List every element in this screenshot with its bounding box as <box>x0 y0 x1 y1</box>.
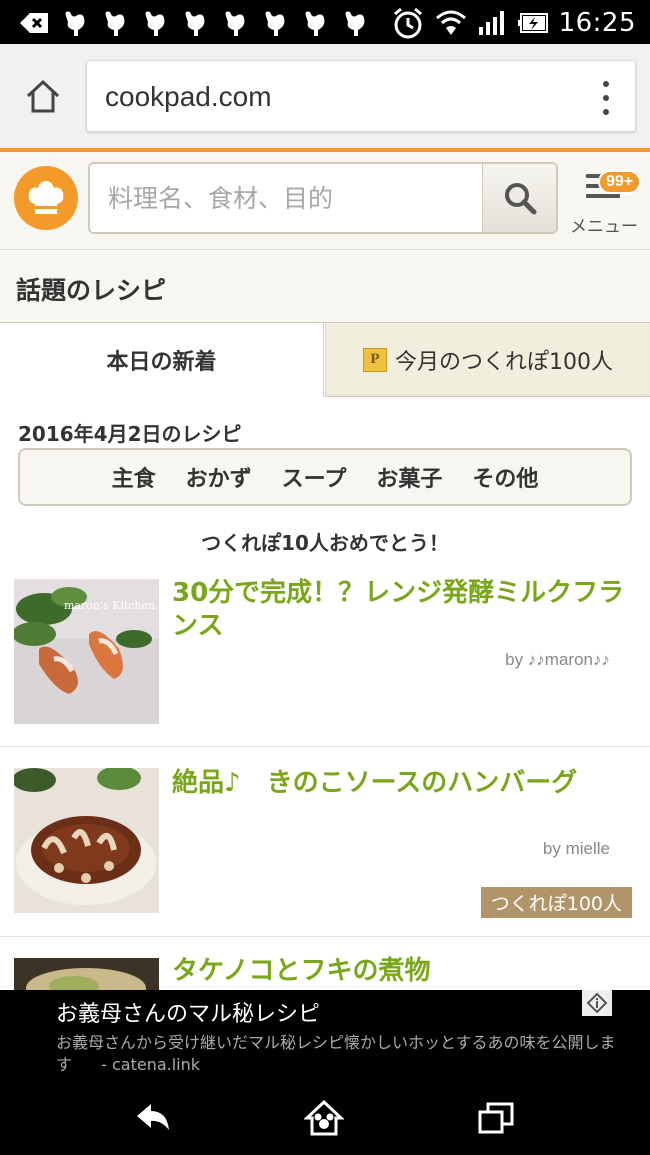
bird-icon <box>305 11 325 36</box>
url-text[interactable]: cookpad.com <box>105 81 272 113</box>
tab-monthly-tsukurepo[interactable]: P 今月のつくれぽ100人 <box>325 323 650 397</box>
ad-description: お義母さんから受け継いだマル秘レシピ懐かしいホッとするあの味を公開します - c… <box>56 1032 616 1076</box>
bird-icon <box>145 11 165 36</box>
overflow-menu-icon[interactable] <box>601 81 611 115</box>
p-icon: P <box>363 347 387 372</box>
cookpad-logo[interactable] <box>14 166 78 230</box>
tab-bar: 本日の新着 P 今月のつくれぽ100人 <box>0 323 650 397</box>
category-main-dish[interactable]: 主食 <box>112 461 156 493</box>
bird-icon <box>345 11 365 36</box>
thumb-watermark: maron's Kitchen <box>64 599 155 612</box>
alarm-icon <box>393 7 422 39</box>
bird-icon <box>265 11 285 36</box>
menu-badge: 99+ <box>598 170 642 194</box>
recipe-thumbnail[interactable] <box>14 768 159 913</box>
url-field[interactable]: cookpad.com <box>86 60 636 132</box>
status-bar: 16:25 <box>0 0 650 44</box>
status-bar-right: 16:25 <box>391 6 636 40</box>
home-icon[interactable] <box>304 1098 344 1138</box>
bird-icon <box>65 11 85 36</box>
ad-title[interactable]: お義母さんのマル秘レシピ <box>56 996 320 1028</box>
site-header: 99+ メニュー <box>0 152 650 250</box>
ad-banner[interactable]: お義母さんのマル秘レシピ お義母さんから受け継いだマル秘レシピ懐かしいホッとする… <box>0 990 650 1082</box>
recipe-title[interactable]: 30分で完成！？レンジ発酵ミルクフランス <box>172 577 632 643</box>
search-button[interactable] <box>482 164 556 232</box>
category-sweets[interactable]: お菓子 <box>376 461 442 493</box>
bird-icon <box>105 11 125 36</box>
wifi-icon <box>435 10 466 35</box>
menu-label: メニュー <box>570 217 638 237</box>
bird-icon <box>185 11 205 36</box>
recipe-title[interactable]: 絶品♪ きのこソースのハンバーグ <box>172 767 632 800</box>
recipe-item[interactable]: タケノコとフキの煮物 <box>0 937 650 997</box>
recipe-author: by ♪♪maron♪♪ <box>505 650 610 669</box>
section-header: 話題のレシピ <box>0 251 650 323</box>
signal-icon <box>478 11 504 35</box>
recipe-thumbnail[interactable]: maron's Kitchen <box>14 579 159 724</box>
category-side-dish[interactable]: おかず <box>186 461 252 493</box>
clock-time: 16:25 <box>558 8 636 38</box>
browser-toolbar: cookpad.com <box>0 44 650 148</box>
category-soup[interactable]: スープ <box>282 461 347 493</box>
home-icon[interactable] <box>24 78 62 114</box>
congrats-text: つくれぽ10人おめでとう！ <box>201 531 449 555</box>
ad-source: - catena.link <box>101 1055 201 1074</box>
search-box <box>88 162 558 234</box>
recipe-title[interactable]: タケノコとフキの煮物 <box>172 955 632 988</box>
hamburg-steak-image <box>14 768 159 913</box>
milk-france-image: maron's Kitchen <box>14 579 159 724</box>
menu-button[interactable]: 99+ メニュー <box>568 168 644 238</box>
recipe-item[interactable]: 絶品♪ きのこソースのハンバーグ by mielle つくれぽ100人 <box>0 747 650 937</box>
chef-hat-icon <box>28 181 64 214</box>
back-icon[interactable] <box>133 1098 173 1138</box>
recent-apps-icon[interactable] <box>476 1098 516 1138</box>
bird-icon <box>225 11 245 36</box>
recipe-item[interactable]: maron's Kitchen 30分で完成！？レンジ発酵ミルクフランス by … <box>0 563 650 747</box>
back-arrow-icon <box>20 13 48 33</box>
navigation-bar <box>0 1082 650 1155</box>
battery-icon <box>517 13 548 33</box>
status-bar-left <box>18 8 370 38</box>
date-label: 2016年4月2日のレシピ <box>18 422 242 446</box>
tsukurepo-100-badge: つくれぽ100人 <box>480 887 632 918</box>
search-icon <box>504 183 536 215</box>
search-input[interactable] <box>90 164 484 232</box>
ad-info-icon[interactable] <box>582 990 612 1016</box>
category-filter: 主食 おかず スープ お菓子 その他 <box>18 448 632 506</box>
category-other[interactable]: その他 <box>472 461 538 493</box>
section-title: 話題のレシピ <box>16 276 167 305</box>
tab-today-new[interactable]: 本日の新着 <box>0 323 324 397</box>
tab-label: 今月のつくれぽ100人 <box>395 349 613 375</box>
recipe-author: by mielle <box>542 839 610 858</box>
